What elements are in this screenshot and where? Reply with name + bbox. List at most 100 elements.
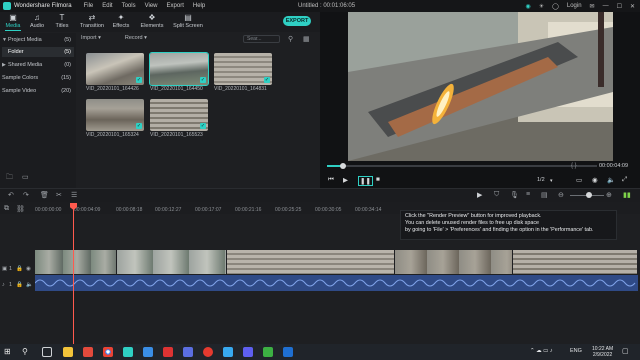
office-icon[interactable]	[83, 347, 93, 357]
app-icon[interactable]	[183, 347, 193, 357]
new-folder-icon[interactable]: 🗀	[6, 173, 13, 184]
task-view-icon[interactable]	[42, 347, 52, 357]
preview-quality[interactable]: 1/2	[537, 177, 545, 183]
tab-effects[interactable]: ✦ Effects	[109, 14, 133, 30]
start-icon[interactable]: ⊞	[4, 347, 14, 357]
zoom-in-icon[interactable]: ⊕	[606, 191, 612, 199]
tray-icons[interactable]: ⌃ ☁ ▭ ♪	[530, 348, 553, 354]
mark-in-out-icon[interactable]: { }	[571, 163, 577, 169]
sidebar-item-shared-media[interactable]: ▶ Shared Media (0)	[2, 60, 74, 70]
export-button[interactable]: EXPORT	[283, 16, 311, 26]
filmora-icon[interactable]	[123, 347, 133, 357]
tab-split-screen[interactable]: ▤ Split Screen	[171, 14, 205, 30]
volume-icon[interactable]: 🔈	[607, 176, 615, 184]
zoom-slider-handle[interactable]	[586, 192, 592, 198]
audio-track[interactable]	[34, 275, 638, 291]
app-icon[interactable]	[243, 347, 253, 357]
tab-elements[interactable]: ❖ Elements	[138, 14, 166, 30]
lock-icon[interactable]: 🔒	[16, 266, 23, 272]
sidebar-item-sample-video[interactable]: Sample Video (20)	[2, 86, 74, 96]
language-indicator[interactable]: ENG	[570, 348, 582, 354]
caption-icon[interactable]: ▤	[541, 191, 548, 199]
redo-icon[interactable]: ↷	[23, 191, 29, 199]
folder-icon[interactable]: ▭	[22, 173, 29, 181]
grid-view-icon[interactable]: ▦	[303, 35, 310, 43]
menu-tools[interactable]: Tools	[122, 3, 136, 9]
close-icon[interactable]: ✕	[630, 3, 635, 10]
system-clock[interactable]: 10:22 AM 2/9/2022	[592, 346, 613, 358]
media-thumbnail[interactable]: ✓	[150, 99, 208, 131]
track-number: 1	[9, 282, 13, 288]
video-clip[interactable]	[117, 250, 227, 274]
render-icon[interactable]: ▶	[477, 191, 482, 199]
eye-icon[interactable]: ◉	[26, 266, 31, 272]
login-link[interactable]: Login	[567, 3, 582, 9]
video-clip[interactable]	[227, 250, 395, 274]
app-name: Wondershare Filmora	[14, 3, 72, 9]
lock-icon[interactable]: 🔒	[16, 282, 23, 288]
app-icon[interactable]	[163, 347, 173, 357]
import-dropdown[interactable]: Import ▾	[81, 35, 101, 41]
tab-media[interactable]: ▣ Media	[1, 14, 25, 31]
update-icon[interactable]: ◉	[526, 3, 531, 10]
media-thumbnail[interactable]: ✓	[214, 53, 272, 85]
app-icon[interactable]	[223, 347, 233, 357]
marker-icon[interactable]: ⛉	[494, 191, 499, 199]
step-back-icon[interactable]: ⏮	[328, 176, 334, 184]
pause-icon[interactable]: ❚❚	[358, 176, 373, 186]
video-clip[interactable]	[513, 250, 638, 274]
chrome-icon[interactable]	[103, 347, 113, 357]
menu-help[interactable]: Help	[193, 3, 205, 9]
snapshot-icon[interactable]: ◉	[592, 176, 598, 184]
app-icon[interactable]	[203, 347, 213, 357]
sidebar-item-sample-colors[interactable]: Sample Colors (15)	[2, 73, 74, 83]
app-icon[interactable]	[263, 347, 273, 357]
maximize-icon[interactable]: ☐	[617, 3, 622, 10]
video-clip[interactable]	[35, 250, 117, 274]
media-thumbnail[interactable]: ✓	[149, 52, 209, 86]
mic-icon[interactable]: 🎙	[510, 191, 519, 199]
tab-titles[interactable]: T Titles	[50, 14, 74, 30]
monitor-icon[interactable]: ▭	[576, 176, 582, 184]
cut-icon[interactable]: ✂	[56, 191, 62, 199]
undo-icon[interactable]: ↶	[8, 191, 14, 199]
audio-waveform	[34, 279, 636, 287]
sidebar-item-project-media[interactable]: ▼ Project Media (5)	[2, 35, 74, 45]
minimize-icon[interactable]: —	[603, 3, 609, 9]
preview-scrubber[interactable]	[327, 165, 597, 167]
record-dropdown[interactable]: Record ▾	[125, 35, 147, 41]
tab-audio[interactable]: ♫ Audio	[25, 14, 49, 30]
video-clip[interactable]	[395, 250, 513, 274]
zoom-out-icon[interactable]: ⊖	[558, 191, 564, 199]
menu-view[interactable]: View	[145, 3, 158, 9]
menu-edit[interactable]: Edit	[102, 3, 112, 9]
link-icon[interactable]: ⛓	[16, 205, 25, 213]
delete-icon[interactable]: 🗑	[40, 191, 49, 199]
mixer-icon[interactable]: ≡	[526, 191, 530, 198]
chevron-down-icon[interactable]: ▾	[550, 178, 553, 184]
playhead[interactable]	[73, 204, 74, 346]
menu-file[interactable]: File	[84, 3, 94, 9]
play-icon[interactable]: ▶	[343, 176, 348, 184]
media-thumbnail[interactable]: ✓	[86, 53, 144, 85]
search-input[interactable]: Sear...	[243, 35, 280, 43]
sidebar-item-folder[interactable]: Folder (5)	[2, 47, 74, 57]
edge-icon[interactable]	[143, 347, 153, 357]
notification-icon[interactable]: ▢	[622, 347, 629, 355]
media-thumbnail[interactable]: ✓	[86, 99, 144, 131]
tab-transition[interactable]: ⇄ Transition	[78, 14, 106, 30]
app-icon[interactable]	[283, 347, 293, 357]
menu-export[interactable]: Export	[167, 3, 184, 9]
filter-icon[interactable]: ⚲	[288, 35, 293, 43]
explorer-icon[interactable]	[63, 347, 73, 357]
search-icon[interactable]: ⚲	[22, 347, 32, 357]
speaker-icon[interactable]: 🔈	[26, 282, 33, 288]
add-track-icon[interactable]: ⧉	[4, 205, 9, 213]
mail-icon[interactable]: ✉	[590, 3, 595, 10]
preview-video[interactable]	[348, 12, 613, 161]
stop-icon[interactable]: ■	[376, 176, 380, 183]
bulb-icon[interactable]: ☀	[539, 3, 544, 10]
user-icon[interactable]: ◯	[552, 3, 559, 10]
adjust-icon[interactable]: ☰	[71, 191, 77, 199]
fullscreen-icon[interactable]: ⤢	[622, 176, 627, 184]
